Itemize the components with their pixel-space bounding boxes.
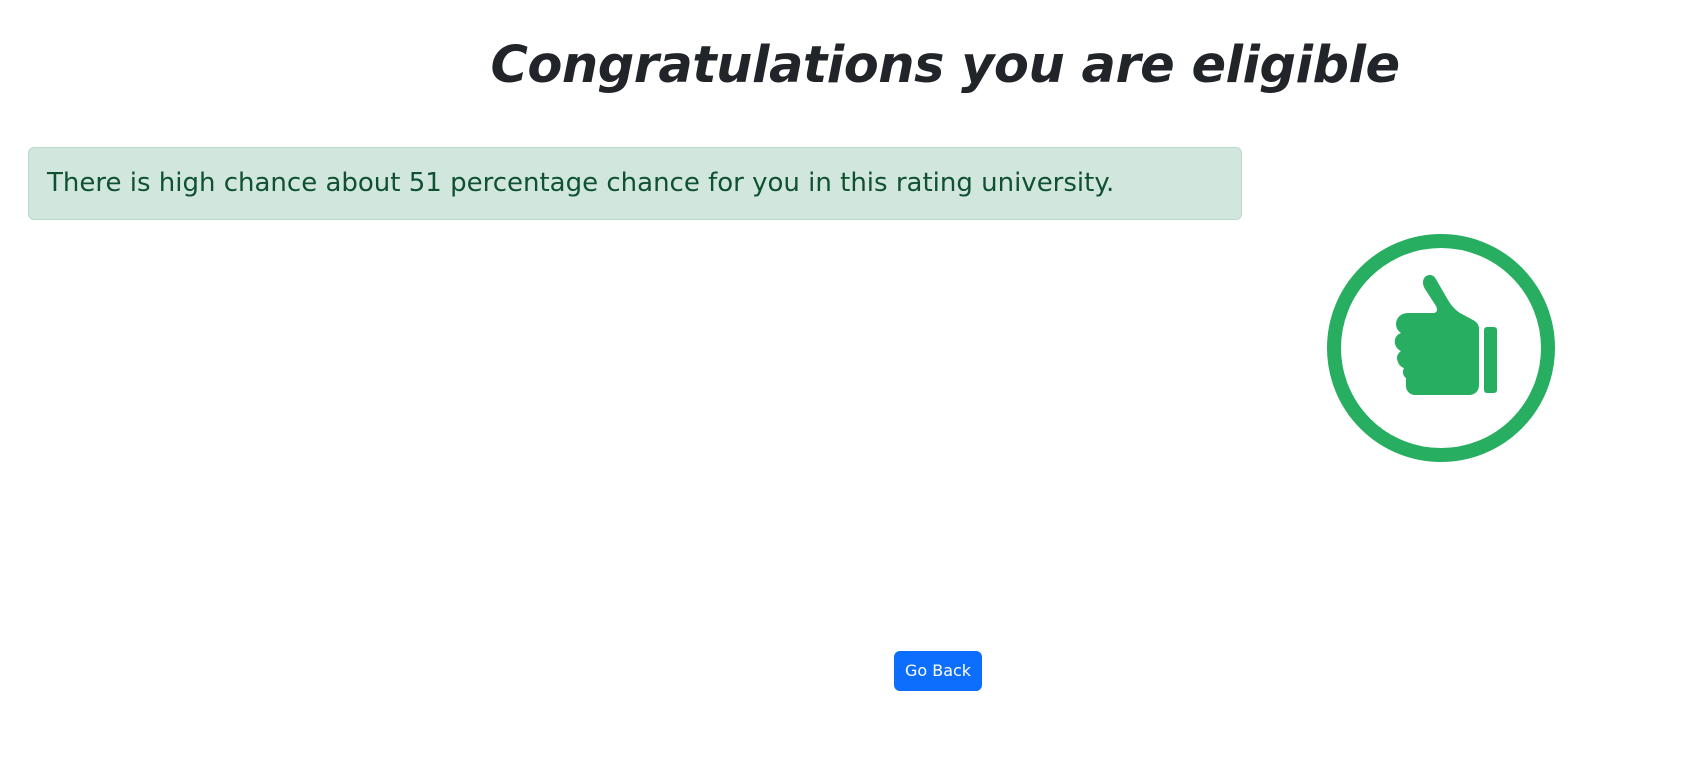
go-back-button[interactable]: Go Back [894, 651, 982, 691]
page-title: Congratulations you are eligible [490, 36, 1400, 95]
result-alert: There is high chance about 51 percentage… [28, 147, 1242, 220]
thumbs-up-badge [1326, 233, 1556, 463]
thumbs-up-icon [1327, 234, 1555, 462]
